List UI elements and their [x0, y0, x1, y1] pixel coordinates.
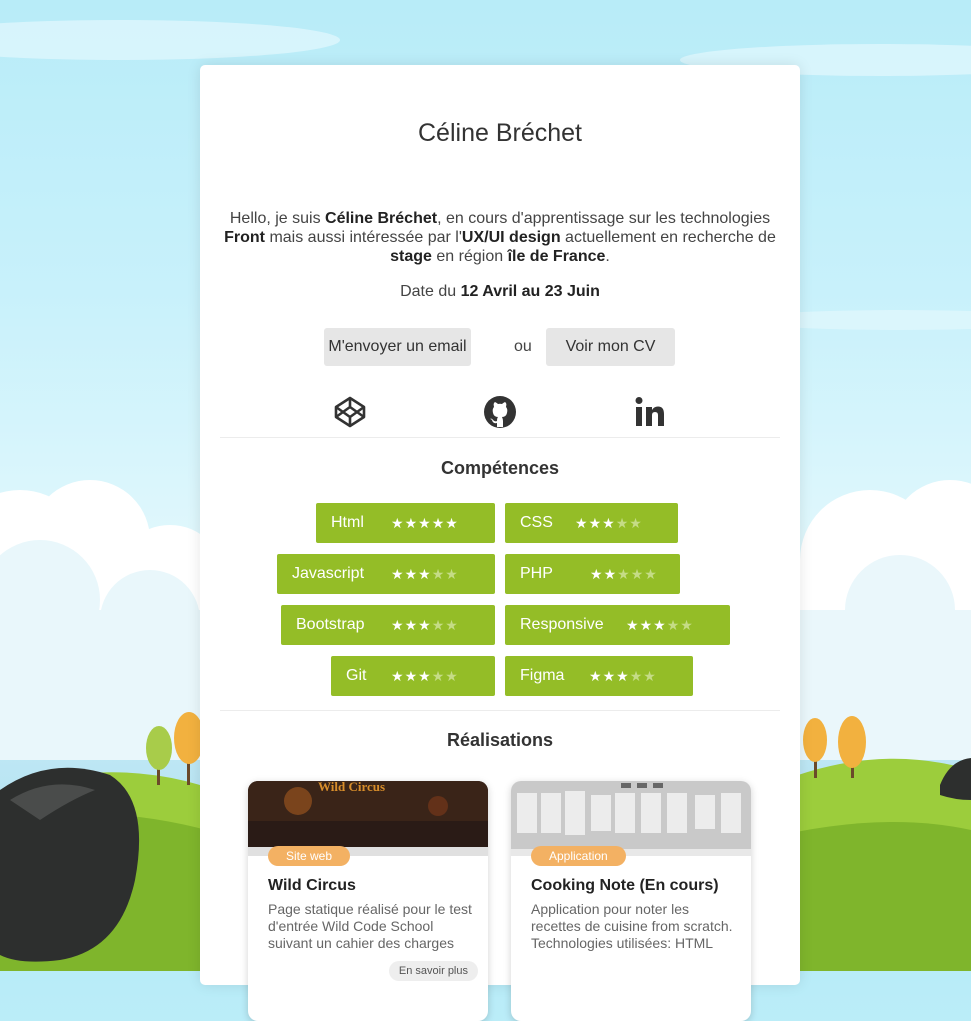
skill-git: Git ★★★★★ [331, 656, 495, 696]
star-icon: ★ [589, 668, 603, 684]
star-icon: ★ [418, 515, 432, 531]
codepen-icon[interactable] [333, 395, 367, 429]
star-icon: ★ [418, 617, 432, 633]
rating-stars: ★★★★★ [626, 605, 694, 645]
rating-stars: ★★★★★ [391, 554, 459, 594]
star-icon: ★ [680, 617, 694, 633]
cv-button[interactable]: Voir mon CV [546, 328, 675, 366]
linkedin-icon[interactable] [633, 395, 667, 429]
project-card-wild-circus[interactable]: Wild Circus Site web Wild Circus Page st… [248, 781, 488, 1021]
rating-stars: ★★★★★ [391, 656, 459, 696]
project-category-badge: Application [531, 846, 626, 866]
email-button[interactable]: M'envoyer un email [324, 328, 471, 366]
star-icon: ★ [626, 617, 640, 633]
skill-responsive: Responsive ★★★★★ [505, 605, 730, 645]
star-icon: ★ [644, 566, 658, 582]
star-icon: ★ [404, 566, 419, 582]
project-thumbnail [511, 781, 751, 856]
skill-php: PHP ★★★★★ [505, 554, 680, 594]
rating-stars: ★★★★★ [590, 554, 658, 594]
star-icon: ★ [391, 668, 405, 684]
star-icon: ★ [653, 617, 667, 633]
svg-text:Wild Circus: Wild Circus [318, 781, 385, 794]
or-label: ou [514, 338, 532, 355]
skill-bootstrap: Bootstrap ★★★★★ [281, 605, 495, 645]
skill-javascript: Javascript ★★★★★ [277, 554, 495, 594]
star-icon: ★ [431, 515, 446, 531]
star-icon: ★ [445, 566, 459, 582]
star-icon: ★ [590, 566, 604, 582]
star-icon: ★ [404, 668, 419, 684]
rating-stars: ★★★★★ [391, 503, 459, 543]
profile-card: Céline Bréchet Hello, je suis Céline Bré… [200, 65, 800, 1021]
skill-html: Html ★★★★★ [316, 503, 495, 543]
project-title: Cooking Note (En cours) [531, 877, 719, 894]
star-icon: ★ [431, 617, 446, 633]
availability-date: Date du 12 Avril au 23 Juin [400, 283, 600, 300]
project-description: Page statique réalisé pour le test d'ent… [268, 901, 472, 951]
rating-stars: ★★★★★ [589, 656, 657, 696]
project-thumbnail: Wild Circus [248, 781, 488, 856]
skill-css: CSS ★★★★★ [505, 503, 678, 543]
star-icon: ★ [418, 668, 432, 684]
star-icon: ★ [615, 515, 630, 531]
star-icon: ★ [588, 515, 603, 531]
skills-title: Compétences [440, 458, 560, 478]
github-icon[interactable] [483, 395, 517, 429]
star-icon: ★ [418, 566, 432, 582]
star-icon: ★ [445, 617, 459, 633]
project-description: Application pour noter les recettes de c… [531, 901, 733, 951]
star-icon: ★ [391, 566, 405, 582]
star-icon: ★ [639, 617, 654, 633]
skill-figma: Figma ★★★★★ [505, 656, 693, 696]
star-icon: ★ [616, 668, 630, 684]
star-icon: ★ [575, 515, 589, 531]
star-icon: ★ [629, 515, 643, 531]
star-icon: ★ [643, 668, 657, 684]
divider [220, 710, 780, 711]
star-icon: ★ [629, 668, 644, 684]
star-icon: ★ [404, 617, 419, 633]
project-card-cooking-note[interactable]: Application Cooking Note (En cours) Appl… [511, 781, 751, 1021]
star-icon: ★ [666, 617, 681, 633]
learn-more-button[interactable]: En savoir plus [388, 961, 478, 981]
project-title: Wild Circus [268, 877, 356, 894]
star-icon: ★ [603, 566, 618, 582]
intro-text: Hello, je suis Céline Bréchet, en cours … [224, 210, 776, 265]
rating-stars: ★★★★★ [575, 503, 643, 543]
star-icon: ★ [602, 668, 617, 684]
project-category-badge: Site web [268, 846, 351, 866]
star-icon: ★ [431, 566, 446, 582]
star-icon: ★ [602, 515, 616, 531]
star-icon: ★ [404, 515, 419, 531]
star-icon: ★ [445, 668, 459, 684]
star-icon: ★ [617, 566, 631, 582]
star-icon: ★ [391, 617, 405, 633]
rating-stars: ★★★★★ [391, 605, 459, 645]
star-icon: ★ [445, 515, 459, 531]
star-icon: ★ [630, 566, 645, 582]
projects-title: Réalisations [446, 730, 554, 750]
divider [220, 437, 780, 438]
profile-name: Céline Bréchet [418, 119, 582, 147]
star-icon: ★ [431, 668, 446, 684]
star-icon: ★ [391, 515, 405, 531]
